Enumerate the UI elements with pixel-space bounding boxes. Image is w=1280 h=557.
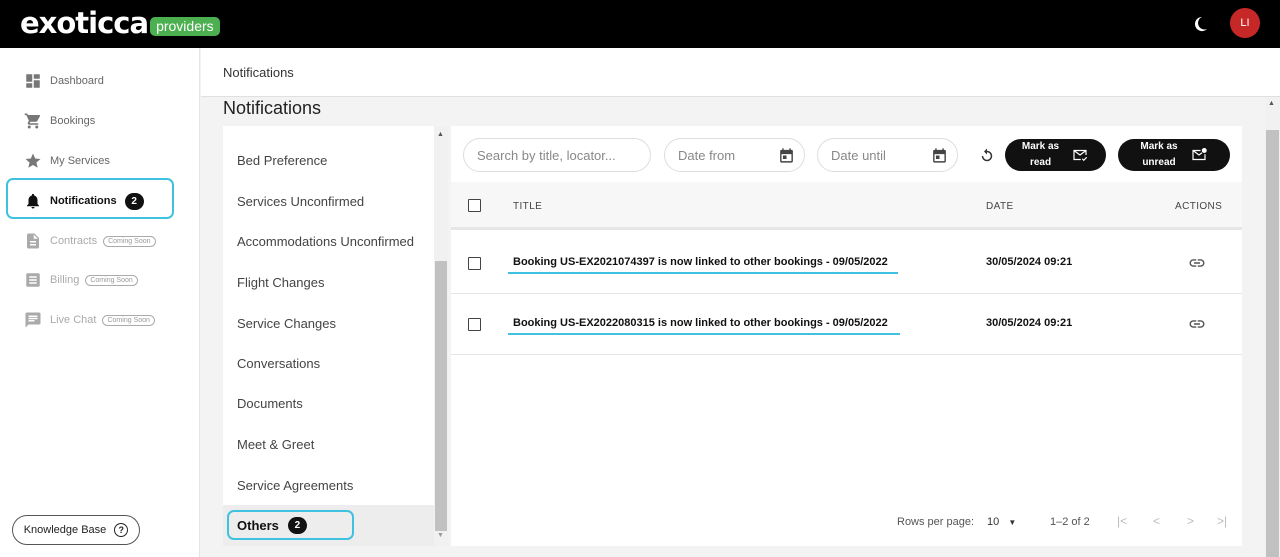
coming-soon-tag: Coming Soon [102, 314, 155, 326]
exoticca-logo[interactable]: exoticca providers [20, 6, 220, 40]
date-until-input[interactable] [831, 147, 926, 163]
knowledge-base-label: Knowledge Base [23, 524, 107, 536]
category-item[interactable]: Service Agreements [237, 478, 353, 493]
search-input[interactable] [477, 147, 650, 163]
mail-check-icon [1073, 149, 1088, 162]
chat-icon [25, 312, 41, 328]
list-icon [26, 273, 40, 287]
column-header-date[interactable]: DATE [986, 201, 1014, 212]
title-highlight [508, 333, 900, 335]
rows-per-page-label: Rows per page: [897, 516, 975, 528]
sidebar-item-my-services[interactable]: My Services [24, 150, 110, 172]
date-from-input[interactable] [678, 147, 773, 163]
mail-unread-icon [1192, 148, 1207, 161]
rows-per-page-value: 10 [987, 516, 1000, 528]
category-item[interactable]: Bed Preference [237, 153, 327, 168]
scroll-up-arrow-icon[interactable]: ▲ [437, 131, 444, 138]
category-item[interactable]: Flight Changes [237, 275, 324, 290]
table-header: TITLE DATE ACTIONS [451, 182, 1242, 230]
category-item[interactable]: Service Changes [237, 316, 336, 331]
mark-unread-line1: Mark as [1140, 141, 1178, 152]
category-item[interactable]: Meet & Greet [237, 437, 314, 452]
scroll-down-arrow-icon[interactable]: ▼ [437, 532, 444, 539]
column-header-title[interactable]: TITLE [513, 201, 542, 212]
logo-badge: providers [150, 16, 220, 36]
notification-date: 30/05/2024 09:21 [986, 256, 1073, 268]
mark-read-line2: read [1029, 157, 1052, 168]
select-all-checkbox[interactable] [468, 199, 481, 212]
title-highlight [508, 272, 898, 274]
category-item[interactable]: Accommodations Unconfirmed [237, 234, 414, 249]
row-checkbox[interactable] [468, 318, 481, 331]
dashboard-icon [26, 74, 40, 88]
category-item[interactable]: Conversations [237, 356, 320, 371]
chevron-down-icon: ▼ [1008, 518, 1017, 527]
previous-page-icon[interactable]: < [1153, 514, 1160, 528]
sidebar-item-label: Live Chat [50, 314, 97, 326]
sidebar-item-bookings[interactable]: Bookings [24, 110, 95, 132]
sidebar: Dashboard Bookings My Services Notificat… [0, 48, 200, 557]
document-icon [27, 233, 39, 249]
mark-as-unread-button[interactable]: Mark as unread [1118, 139, 1230, 171]
sidebar-item-label: My Services [50, 155, 110, 167]
page-title: Notifications [223, 98, 322, 118]
others-highlight [227, 510, 354, 540]
table-row[interactable]: Booking US-EX2022080315 is now linked to… [451, 294, 1242, 355]
avatar[interactable]: LI [1230, 8, 1260, 38]
category-scrollbar-thumb[interactable] [435, 261, 447, 531]
top-bar: exoticca providers LI [0, 0, 1280, 48]
calendar-icon[interactable] [931, 147, 948, 164]
star-icon [25, 153, 41, 168]
notifications-panel: Mark as read Mark as unread TITLE DATE A… [451, 126, 1242, 546]
reset-icon[interactable] [978, 147, 996, 165]
link-icon[interactable] [1188, 254, 1206, 272]
mark-as-read-button[interactable]: Mark as read [1005, 139, 1106, 171]
pagination-range: 1–2 of 2 [1050, 516, 1090, 528]
knowledge-base-button[interactable]: Knowledge Base ? [12, 515, 140, 545]
logo-text: exoticca [20, 6, 149, 40]
first-page-icon[interactable]: |< [1117, 514, 1127, 528]
category-item[interactable]: Services Unconfirmed [237, 194, 364, 209]
date-from-wrapper[interactable] [664, 138, 805, 172]
coming-soon-tag: Coming Soon [103, 235, 156, 247]
help-icon: ? [114, 523, 129, 537]
page-scroll-up-icon[interactable]: ▲ [1268, 100, 1275, 107]
date-until-wrapper[interactable] [817, 138, 958, 172]
next-page-icon[interactable]: > [1187, 514, 1194, 528]
page-scrollbar-thumb[interactable] [1266, 130, 1279, 557]
notification-date: 30/05/2024 09:21 [986, 317, 1073, 329]
sidebar-item-label: Contracts [50, 235, 98, 247]
column-header-actions: ACTIONS [1175, 201, 1223, 212]
breadcrumb-bar: Notifications [201, 48, 1280, 97]
sidebar-item-billing: Billing Coming Soon [24, 269, 138, 291]
row-checkbox[interactable] [468, 257, 481, 270]
notification-title[interactable]: Booking US-EX2022080315 is now linked to… [513, 317, 888, 329]
sidebar-item-label: Dashboard [50, 75, 104, 87]
category-item[interactable]: Documents [237, 396, 303, 411]
sidebar-item-label: Bookings [50, 115, 96, 127]
last-page-icon[interactable]: >| [1217, 514, 1227, 528]
category-list: ​ Bed Preference Services Unconfirmed Ac… [223, 126, 448, 546]
calendar-icon[interactable] [778, 147, 795, 164]
sidebar-item-dashboard[interactable]: Dashboard [24, 70, 104, 92]
rows-per-page-select[interactable]: 10 ▼ [987, 516, 1016, 528]
table-row[interactable]: Booking US-EX2021074397 is now linked to… [451, 233, 1242, 294]
sidebar-item-live-chat: Live Chat Coming Soon [24, 309, 155, 331]
notifications-highlight [6, 178, 174, 219]
sidebar-item-contracts: Contracts Coming Soon [24, 230, 156, 252]
mark-read-line1: Mark as [1021, 141, 1060, 152]
moon-icon[interactable] [1190, 14, 1210, 34]
cart-icon [24, 113, 41, 129]
sidebar-item-label: Billing [50, 274, 80, 286]
search-input-wrapper[interactable] [463, 138, 651, 172]
mark-unread-line2: unread [1142, 157, 1176, 168]
notification-title[interactable]: Booking US-EX2021074397 is now linked to… [513, 256, 888, 268]
coming-soon-tag: Coming Soon [85, 274, 138, 286]
link-icon[interactable] [1188, 315, 1206, 333]
breadcrumb: Notifications [223, 65, 294, 80]
